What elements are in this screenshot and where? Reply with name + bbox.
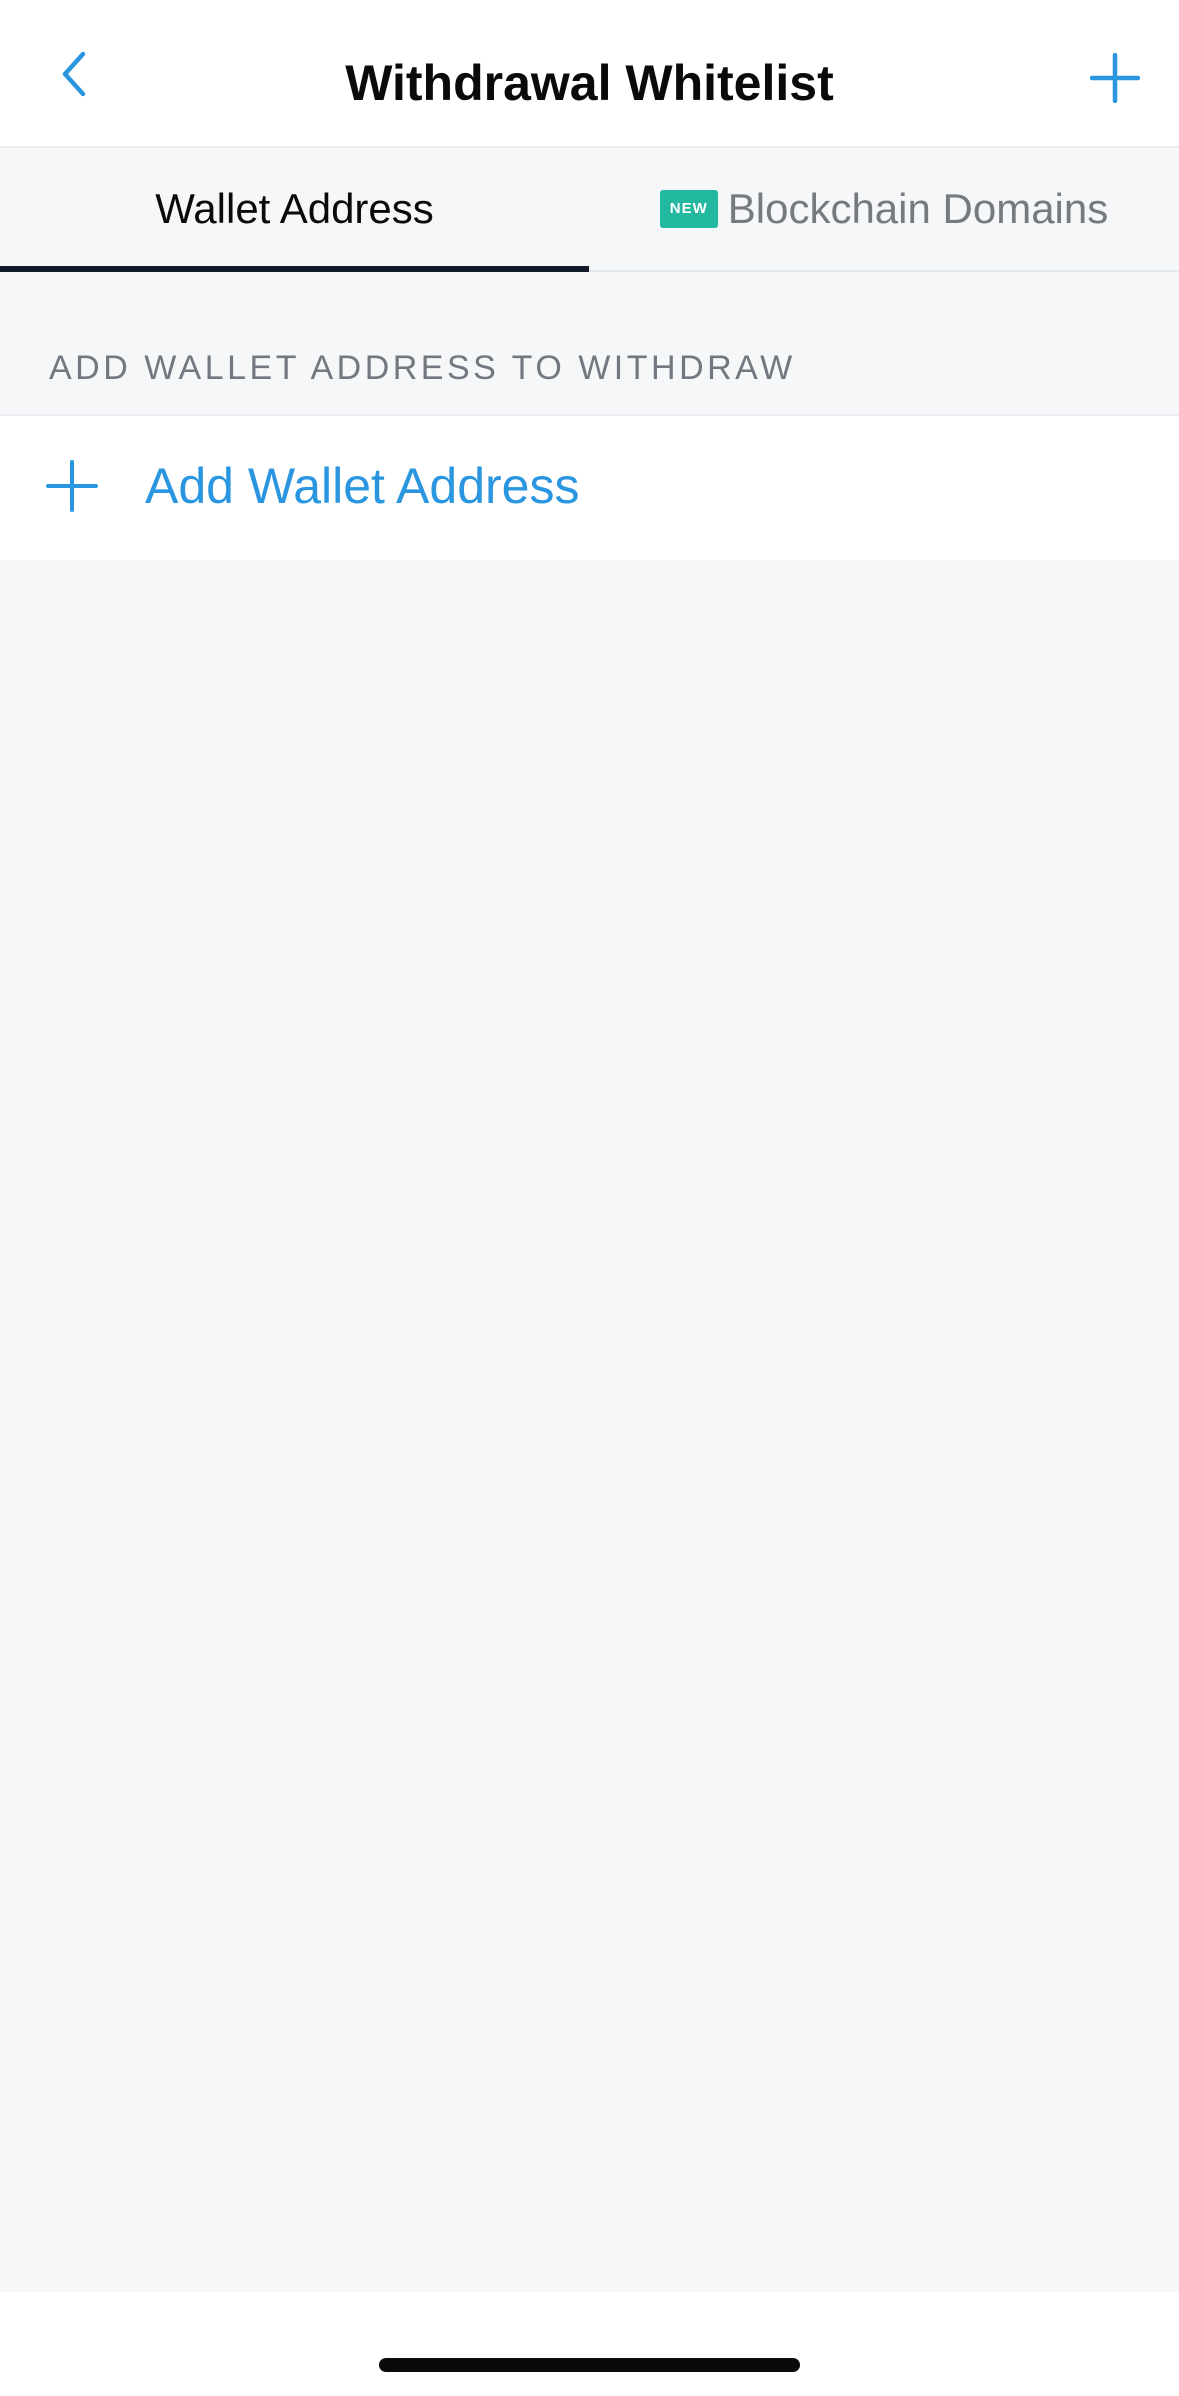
new-badge: NEW — [659, 190, 718, 228]
tab-wallet-address[interactable]: Wallet Address — [0, 148, 589, 270]
tab-label: Wallet Address — [155, 185, 434, 232]
nav-bar: Withdrawal Whitelist — [0, 0, 1179, 148]
tab-label: Blockchain Domains — [727, 185, 1109, 232]
add-wallet-address-label: Add Wallet Address — [145, 458, 580, 514]
tab-blockchain-domains[interactable]: NEW Blockchain Domains — [589, 148, 1179, 270]
page-title: Withdrawal Whitelist — [345, 55, 834, 111]
home-indicator[interactable] — [379, 2358, 800, 2372]
section-header: ADD WALLET ADDRESS TO WITHDRAW — [49, 349, 796, 387]
plus-icon — [46, 460, 98, 512]
plus-icon — [1090, 53, 1140, 103]
add-wallet-address-button[interactable]: Add Wallet Address — [0, 414, 1179, 560]
bottom-safe-area — [0, 2292, 1179, 2396]
tab-active-indicator — [0, 266, 589, 272]
tab-bar: Wallet Address NEW Blockchain Domains — [0, 148, 1179, 272]
add-button[interactable] — [1087, 50, 1143, 106]
